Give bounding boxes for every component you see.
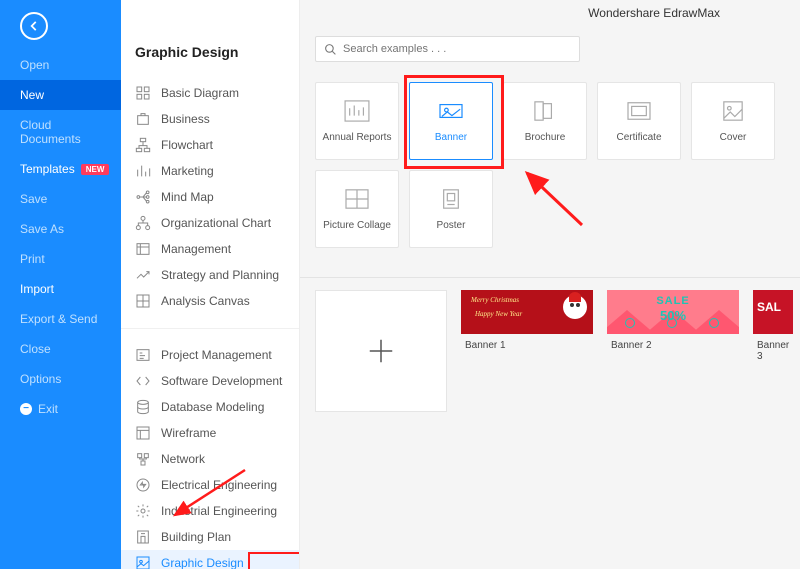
- arrow-left-icon: [27, 19, 41, 33]
- tile-brochure[interactable]: Brochure: [503, 82, 587, 160]
- template-thumb-1: Merry Christmas Happy New Year: [461, 290, 593, 334]
- building-plan-icon: [135, 529, 151, 545]
- nav-export-send[interactable]: Export & Send: [0, 304, 121, 334]
- cat-software-dev[interactable]: Software Development: [121, 368, 299, 394]
- annual-reports-icon: [344, 100, 370, 122]
- cat-project-mgmt[interactable]: Project Management: [121, 328, 299, 368]
- cat-basic-diagram[interactable]: Basic Diagram: [121, 80, 299, 106]
- template-banner-1[interactable]: Merry Christmas Happy New Year Banner 1: [461, 290, 593, 412]
- picture-collage-icon: [344, 188, 370, 210]
- strategy-icon: [135, 267, 151, 283]
- cat-management[interactable]: Management: [121, 236, 299, 262]
- search-icon: [324, 43, 337, 56]
- nav-options[interactable]: Options: [0, 364, 121, 394]
- tile-banner[interactable]: Banner: [409, 82, 493, 160]
- database-icon: [135, 399, 151, 415]
- cat-wireframe[interactable]: Wireframe: [121, 420, 299, 446]
- cat-mind-map[interactable]: Mind Map: [121, 184, 299, 210]
- category-title: Graphic Design: [121, 0, 299, 74]
- org-chart-icon: [135, 215, 151, 231]
- cat-marketing[interactable]: Marketing: [121, 158, 299, 184]
- template-banner-2[interactable]: SALE 50% Banner 2: [607, 290, 739, 412]
- cat-database[interactable]: Database Modeling: [121, 394, 299, 420]
- nav-close[interactable]: Close: [0, 334, 121, 364]
- new-badge: NEW: [81, 164, 110, 175]
- nav-import[interactable]: Import: [0, 274, 121, 304]
- main-area: Wondershare EdrawMax Annual Reports Bann…: [300, 0, 800, 569]
- flowchart-icon: [135, 137, 151, 153]
- annotation-arrow-banner: [517, 165, 587, 229]
- nav-open[interactable]: Open: [0, 50, 121, 80]
- template-label: Banner 1: [461, 334, 593, 353]
- santa-icon: [563, 295, 587, 319]
- tile-cover[interactable]: Cover: [691, 82, 775, 160]
- tile-picture-collage[interactable]: Picture Collage: [315, 170, 399, 248]
- brand-title: Wondershare EdrawMax: [588, 6, 720, 20]
- project-mgmt-icon: [135, 347, 151, 363]
- certificate-icon: [626, 100, 652, 122]
- basic-diagram-icon: [135, 85, 151, 101]
- wireframe-icon: [135, 425, 151, 441]
- cat-strategy[interactable]: Strategy and Planning: [121, 262, 299, 288]
- cover-icon: [720, 100, 746, 122]
- nav-print[interactable]: Print: [0, 244, 121, 274]
- graphic-design-icon: [135, 555, 151, 569]
- software-dev-icon: [135, 373, 151, 389]
- management-icon: [135, 241, 151, 257]
- cat-flowchart[interactable]: Flowchart: [121, 132, 299, 158]
- divider: [300, 277, 800, 278]
- exit-icon: −: [20, 403, 32, 415]
- cat-business[interactable]: Business: [121, 106, 299, 132]
- tile-annual-reports[interactable]: Annual Reports: [315, 82, 399, 160]
- network-icon: [135, 451, 151, 467]
- cat-graphic-design[interactable]: Graphic Design: [121, 550, 299, 569]
- template-label: Banner 2: [607, 334, 739, 353]
- template-banner-3[interactable]: SAL Banner 3: [753, 290, 793, 412]
- back-button[interactable]: [20, 12, 48, 40]
- cat-analysis-canvas[interactable]: Analysis Canvas: [121, 288, 299, 314]
- nav-templates[interactable]: TemplatesNEW: [0, 154, 121, 184]
- plus-icon: [366, 336, 396, 366]
- template-thumb-3: SAL: [753, 290, 793, 334]
- sidebar: Open New Cloud Documents TemplatesNEW Sa…: [0, 0, 121, 569]
- marketing-icon: [135, 163, 151, 179]
- tile-certificate[interactable]: Certificate: [597, 82, 681, 160]
- analysis-icon: [135, 293, 151, 309]
- nav-save[interactable]: Save: [0, 184, 121, 214]
- poster-icon: [438, 188, 464, 210]
- nav-cloud-documents[interactable]: Cloud Documents: [0, 110, 121, 154]
- template-thumb-2: SALE 50%: [607, 290, 739, 334]
- brochure-icon: [532, 100, 558, 122]
- electrical-icon: [135, 477, 151, 493]
- annotation-arrow-category: [160, 465, 250, 525]
- new-blank-template[interactable]: [315, 290, 447, 412]
- template-label: Banner 3: [753, 334, 793, 364]
- nav-save-as[interactable]: Save As: [0, 214, 121, 244]
- business-icon: [135, 111, 151, 127]
- nav-new[interactable]: New: [0, 80, 121, 110]
- search-box[interactable]: [315, 36, 580, 62]
- tile-poster[interactable]: Poster: [409, 170, 493, 248]
- nav-exit[interactable]: −Exit: [0, 394, 121, 424]
- template-gallery: Merry Christmas Happy New Year Banner 1 …: [315, 290, 800, 412]
- mind-map-icon: [135, 189, 151, 205]
- cat-building-plan[interactable]: Building Plan: [121, 524, 299, 550]
- cat-org-chart[interactable]: Organizational Chart: [121, 210, 299, 236]
- banner-icon: [438, 100, 464, 122]
- industrial-icon: [135, 503, 151, 519]
- search-input[interactable]: [343, 43, 571, 55]
